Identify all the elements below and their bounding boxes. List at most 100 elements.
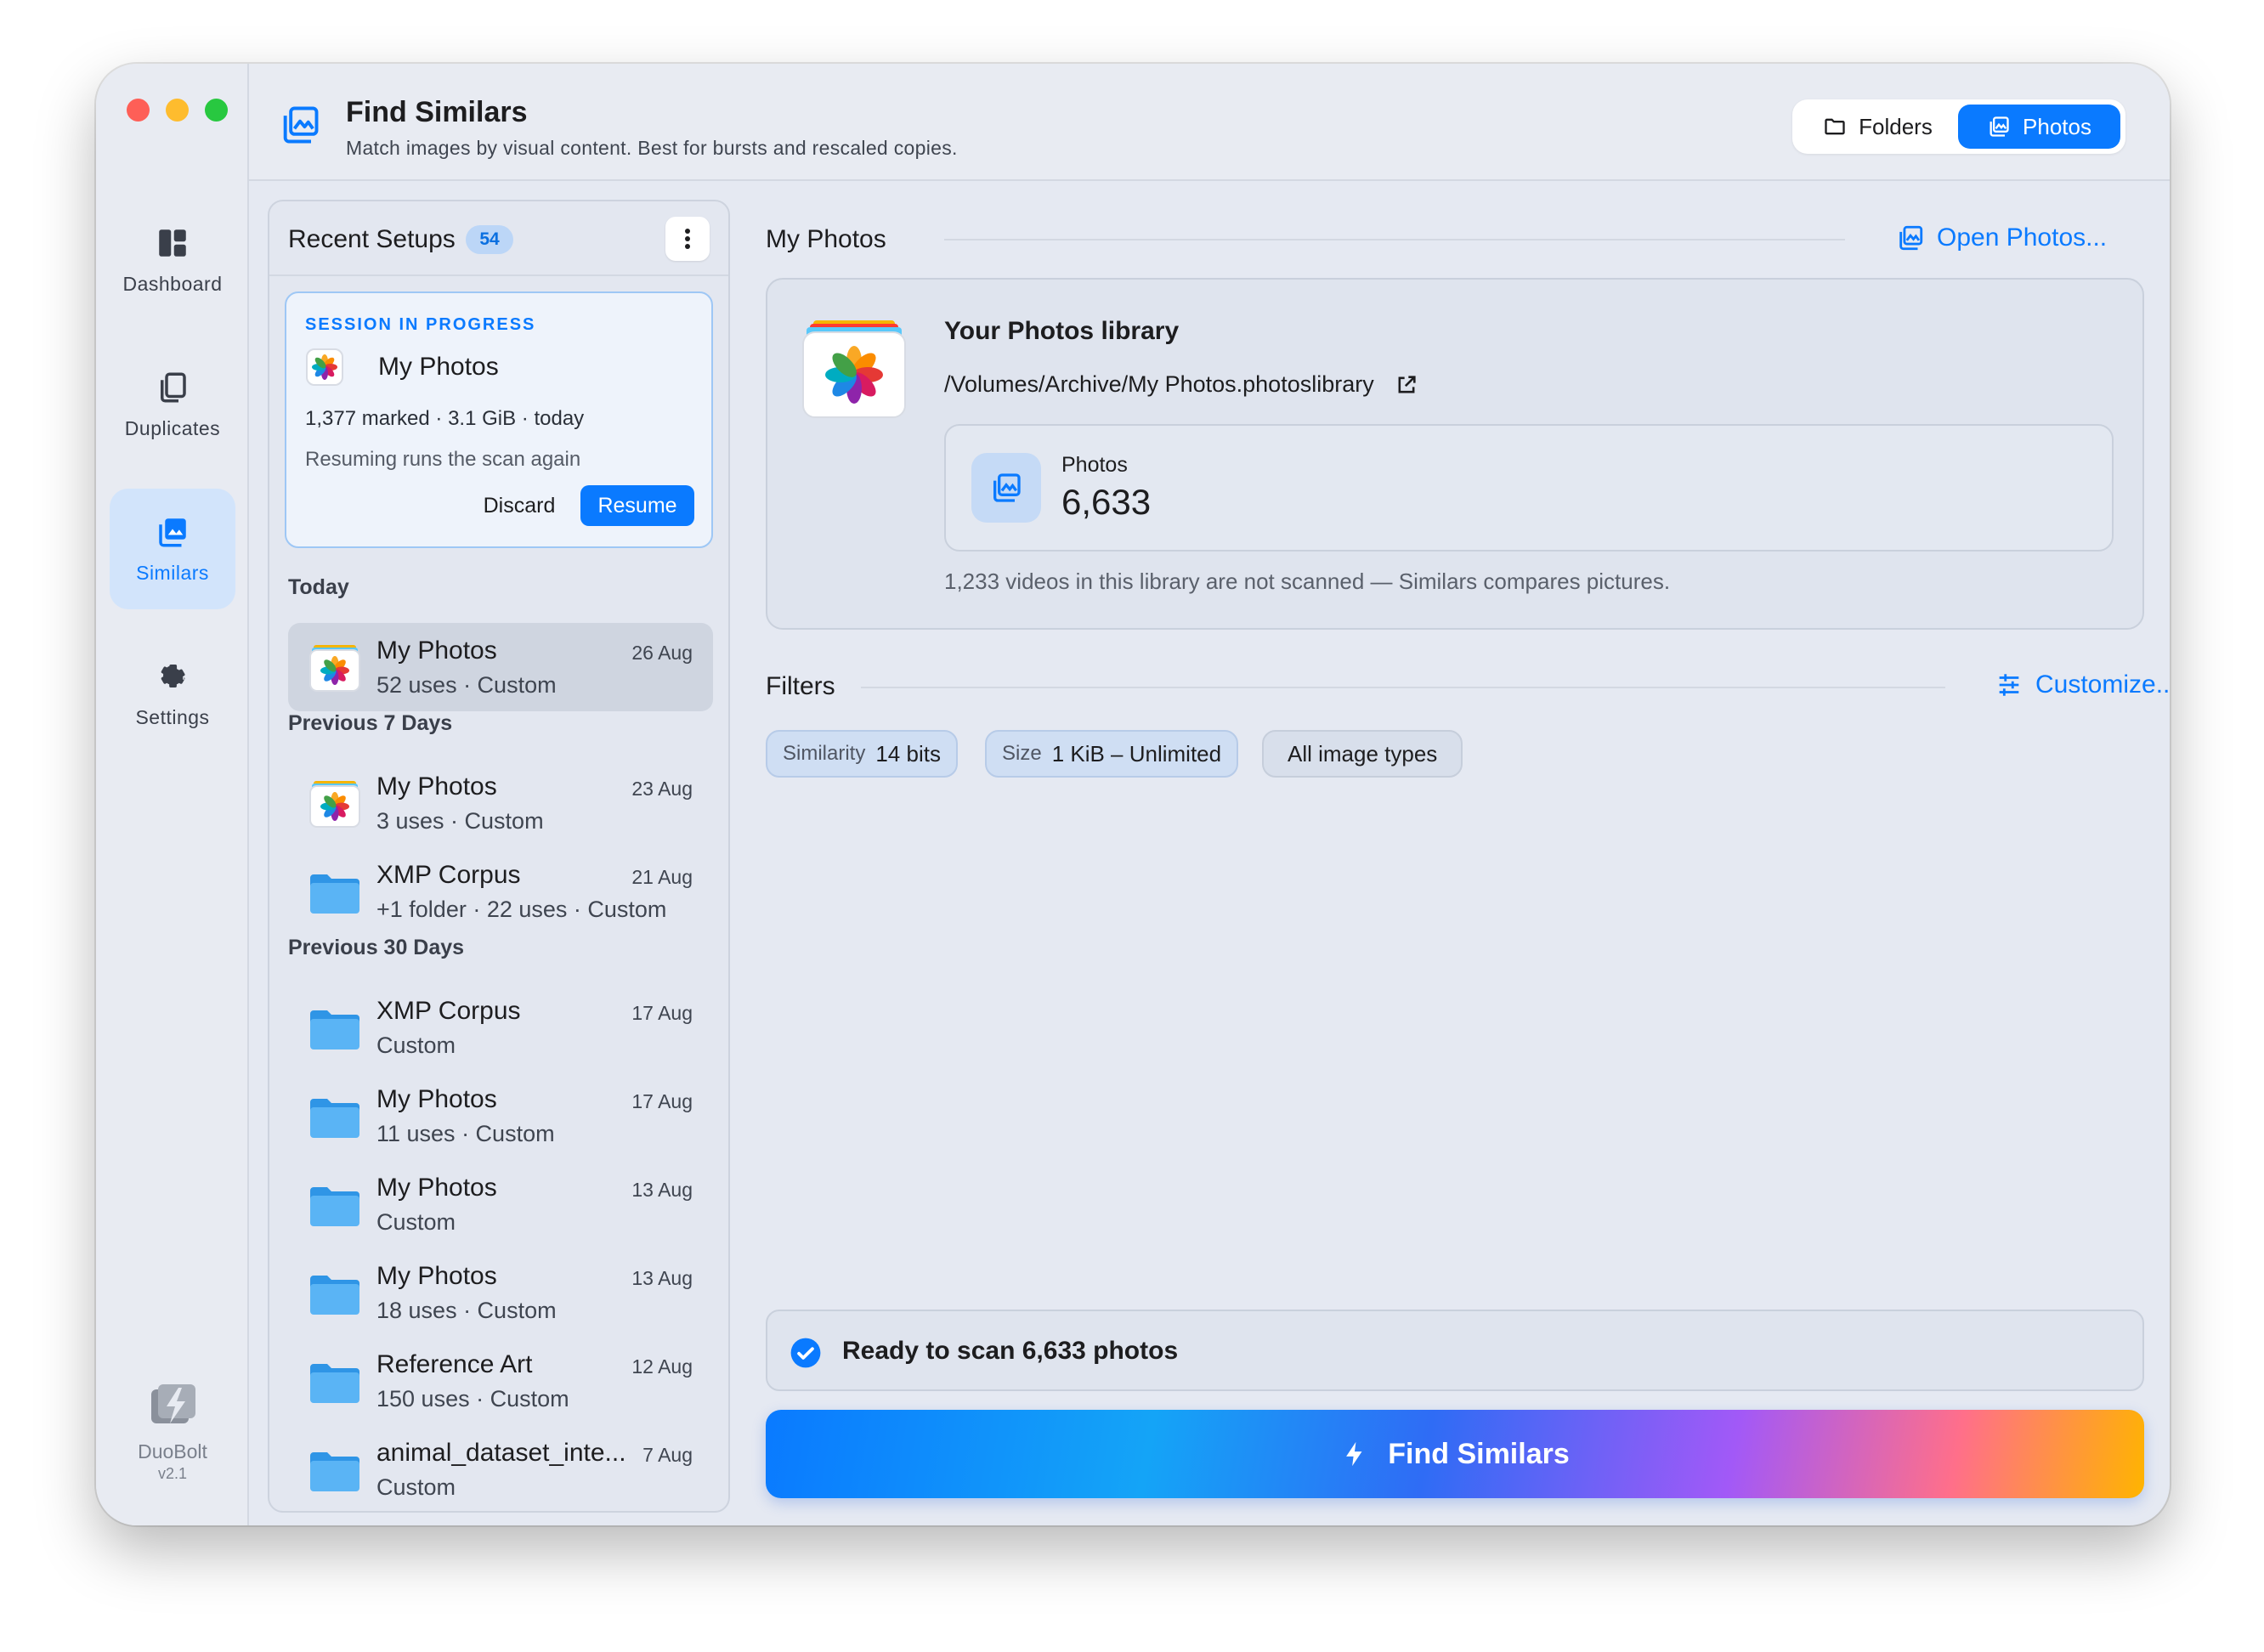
library-path: /Volumes/Archive/My Photos.photoslibrary [944,371,1418,398]
segment-folders[interactable]: Folders [1797,105,1958,149]
segment-photos[interactable]: Photos [1958,105,2120,149]
recent-row-date: 17 Aug [631,1002,693,1024]
recent-row-name: My Photos [376,1262,497,1290]
gear-icon [161,664,185,687]
page-title: Find Similars [346,96,528,128]
session-in-progress-card: SESSION IN PROGRESS My Photos 1,377 mark… [285,291,713,548]
recent-row-date: 13 Aug [631,1267,693,1289]
photos-stat-label: Photos [1061,453,1128,477]
session-name: My Photos [378,353,499,381]
filter-chip-value: All image types [1288,740,1438,767]
photos-library-icon [309,781,360,828]
recent-row-meta: 18 uses · Custom [376,1298,557,1323]
open-photos-link[interactable]: Open Photos... [1896,223,2107,252]
photos-count-stat: Photos 6,633 [944,424,2114,552]
recent-row-meta: 3 uses · Custom [376,808,544,834]
recent-row-name: XMP Corpus [376,997,521,1025]
recent-row[interactable]: XMP Corpus +1 folder · 22 uses · Custom … [288,847,713,936]
recent-row-meta: 52 uses · Custom [376,672,557,698]
duobolt-logo-icon [151,1384,195,1423]
duplicates-icon [161,372,186,402]
recent-row[interactable]: animal_dataset_inte... Custom 7 Aug [288,1425,713,1511]
recent-row-name: My Photos [376,1085,497,1113]
recent-row[interactable]: My Photos 3 uses · Custom 23 Aug [288,759,713,847]
filter-chip-size[interactable]: Size 1 KiB – Unlimited [985,730,1239,778]
sidebar-item-label: Duplicates [124,416,221,439]
sidebar-item-label: Dashboard [122,272,223,295]
page-subtitle: Match images by visual content. Best for… [346,137,958,159]
library-card-title: Your Photos library [944,317,1180,345]
photos-stat-value: 6,633 [1061,482,1152,522]
photos-library-card: Your Photos library /Volumes/Archive/My … [766,278,2144,630]
photos-library-icon [802,320,906,418]
photos-app-icon [306,348,343,386]
sidebar-item-settings[interactable]: Settings [110,633,235,754]
customize-filters-link[interactable]: Customize... [1995,670,2170,699]
recent-setups-header: Recent Setups 54 [269,201,728,276]
ellipsis-vertical-icon [685,229,690,249]
recent-row-name: My Photos [376,636,497,665]
photos-icon [1989,116,2009,137]
discard-button[interactable]: Discard [472,485,567,526]
photos-icon [993,473,1021,502]
recent-row[interactable]: Reference Art 150 uses · Custom 12 Aug [288,1337,713,1425]
filter-chip-key: Similarity [783,742,866,765]
recent-row-date: 13 Aug [631,1179,693,1201]
recent-row-name: animal_dataset_inte... [376,1439,626,1467]
folder-icon [310,1010,359,1049]
session-meta: 1,377 marked · 3.1 GiB · today [305,407,585,430]
zoom-window-button[interactable] [205,99,228,122]
folder-icon [310,1276,359,1315]
page-header: Find Similars Match images by visual con… [249,64,2170,181]
section-divider [944,239,1845,240]
bolt-icon [1346,1441,1362,1467]
app-window: Dashboard Duplicates Similars Settings D… [96,64,2170,1525]
library-section-title: My Photos [766,225,886,253]
photos-icon [1899,225,1923,251]
session-note: Resuming runs the scan again [305,448,581,471]
recent-row-date: 21 Aug [631,866,693,888]
section-divider [861,687,1945,688]
recent-row[interactable]: My Photos 52 uses · Custom 26 Aug [288,623,713,711]
sidebar-item-duplicates[interactable]: Duplicates [110,344,235,465]
sidebar-item-dashboard[interactable]: Dashboard [110,200,235,320]
recent-row[interactable]: My Photos Custom 13 Aug [288,1160,713,1248]
brand-name: DuoBolt [138,1440,207,1462]
close-window-button[interactable] [127,99,150,122]
recent-row[interactable]: My Photos 11 uses · Custom 17 Aug [288,1072,713,1160]
recent-setups-panel: Recent Setups 54 SESSION IN PROGRESS My … [268,200,730,1513]
source-segmented-control: Folders Photos [1792,99,2125,154]
recent-row-name: XMP Corpus [376,861,521,889]
find-similars-button[interactable]: Find Similars [766,1410,2144,1498]
folder-icon [1825,118,1845,135]
more-options-button[interactable] [665,217,710,261]
filter-chip-image-types[interactable]: All image types [1262,730,1463,778]
segment-label: Photos [2023,113,2091,139]
brand-version: v2.1 [157,1465,188,1482]
filter-chip-key: Size [1002,742,1042,765]
recent-count-badge: 54 [466,225,513,254]
folder-icon [310,1187,359,1226]
section-previous-7-days: Previous 7 Days [288,711,453,735]
recent-row-date: 17 Aug [631,1090,693,1112]
similars-icon [159,518,186,546]
sidebar-item-similars[interactable]: Similars [110,489,235,609]
open-photos-label: Open Photos... [1937,223,2108,252]
folder-icon [310,874,359,914]
section-today: Today [288,575,349,599]
minimize-window-button[interactable] [166,99,189,122]
photos-stat-icon-box [971,453,1041,523]
resume-button[interactable]: Resume [580,485,694,526]
sliders-icon [1999,674,2019,696]
filter-chip-similarity[interactable]: Similarity 14 bits [766,730,958,778]
segment-label: Folders [1859,113,1933,139]
filter-chip-value: 1 KiB – Unlimited [1051,740,1222,767]
recent-row[interactable]: My Photos 18 uses · Custom 13 Aug [288,1248,713,1337]
dashboard-icon [159,229,186,257]
external-link-icon[interactable] [1395,373,1418,397]
folder-icon [310,1452,359,1491]
recent-row-name: Reference Art [376,1350,533,1378]
recent-row[interactable]: XMP Corpus Custom 17 Aug [288,983,713,1072]
ready-status-bar: Ready to scan 6,633 photos [766,1310,2144,1391]
recent-row-name: My Photos [376,772,497,801]
